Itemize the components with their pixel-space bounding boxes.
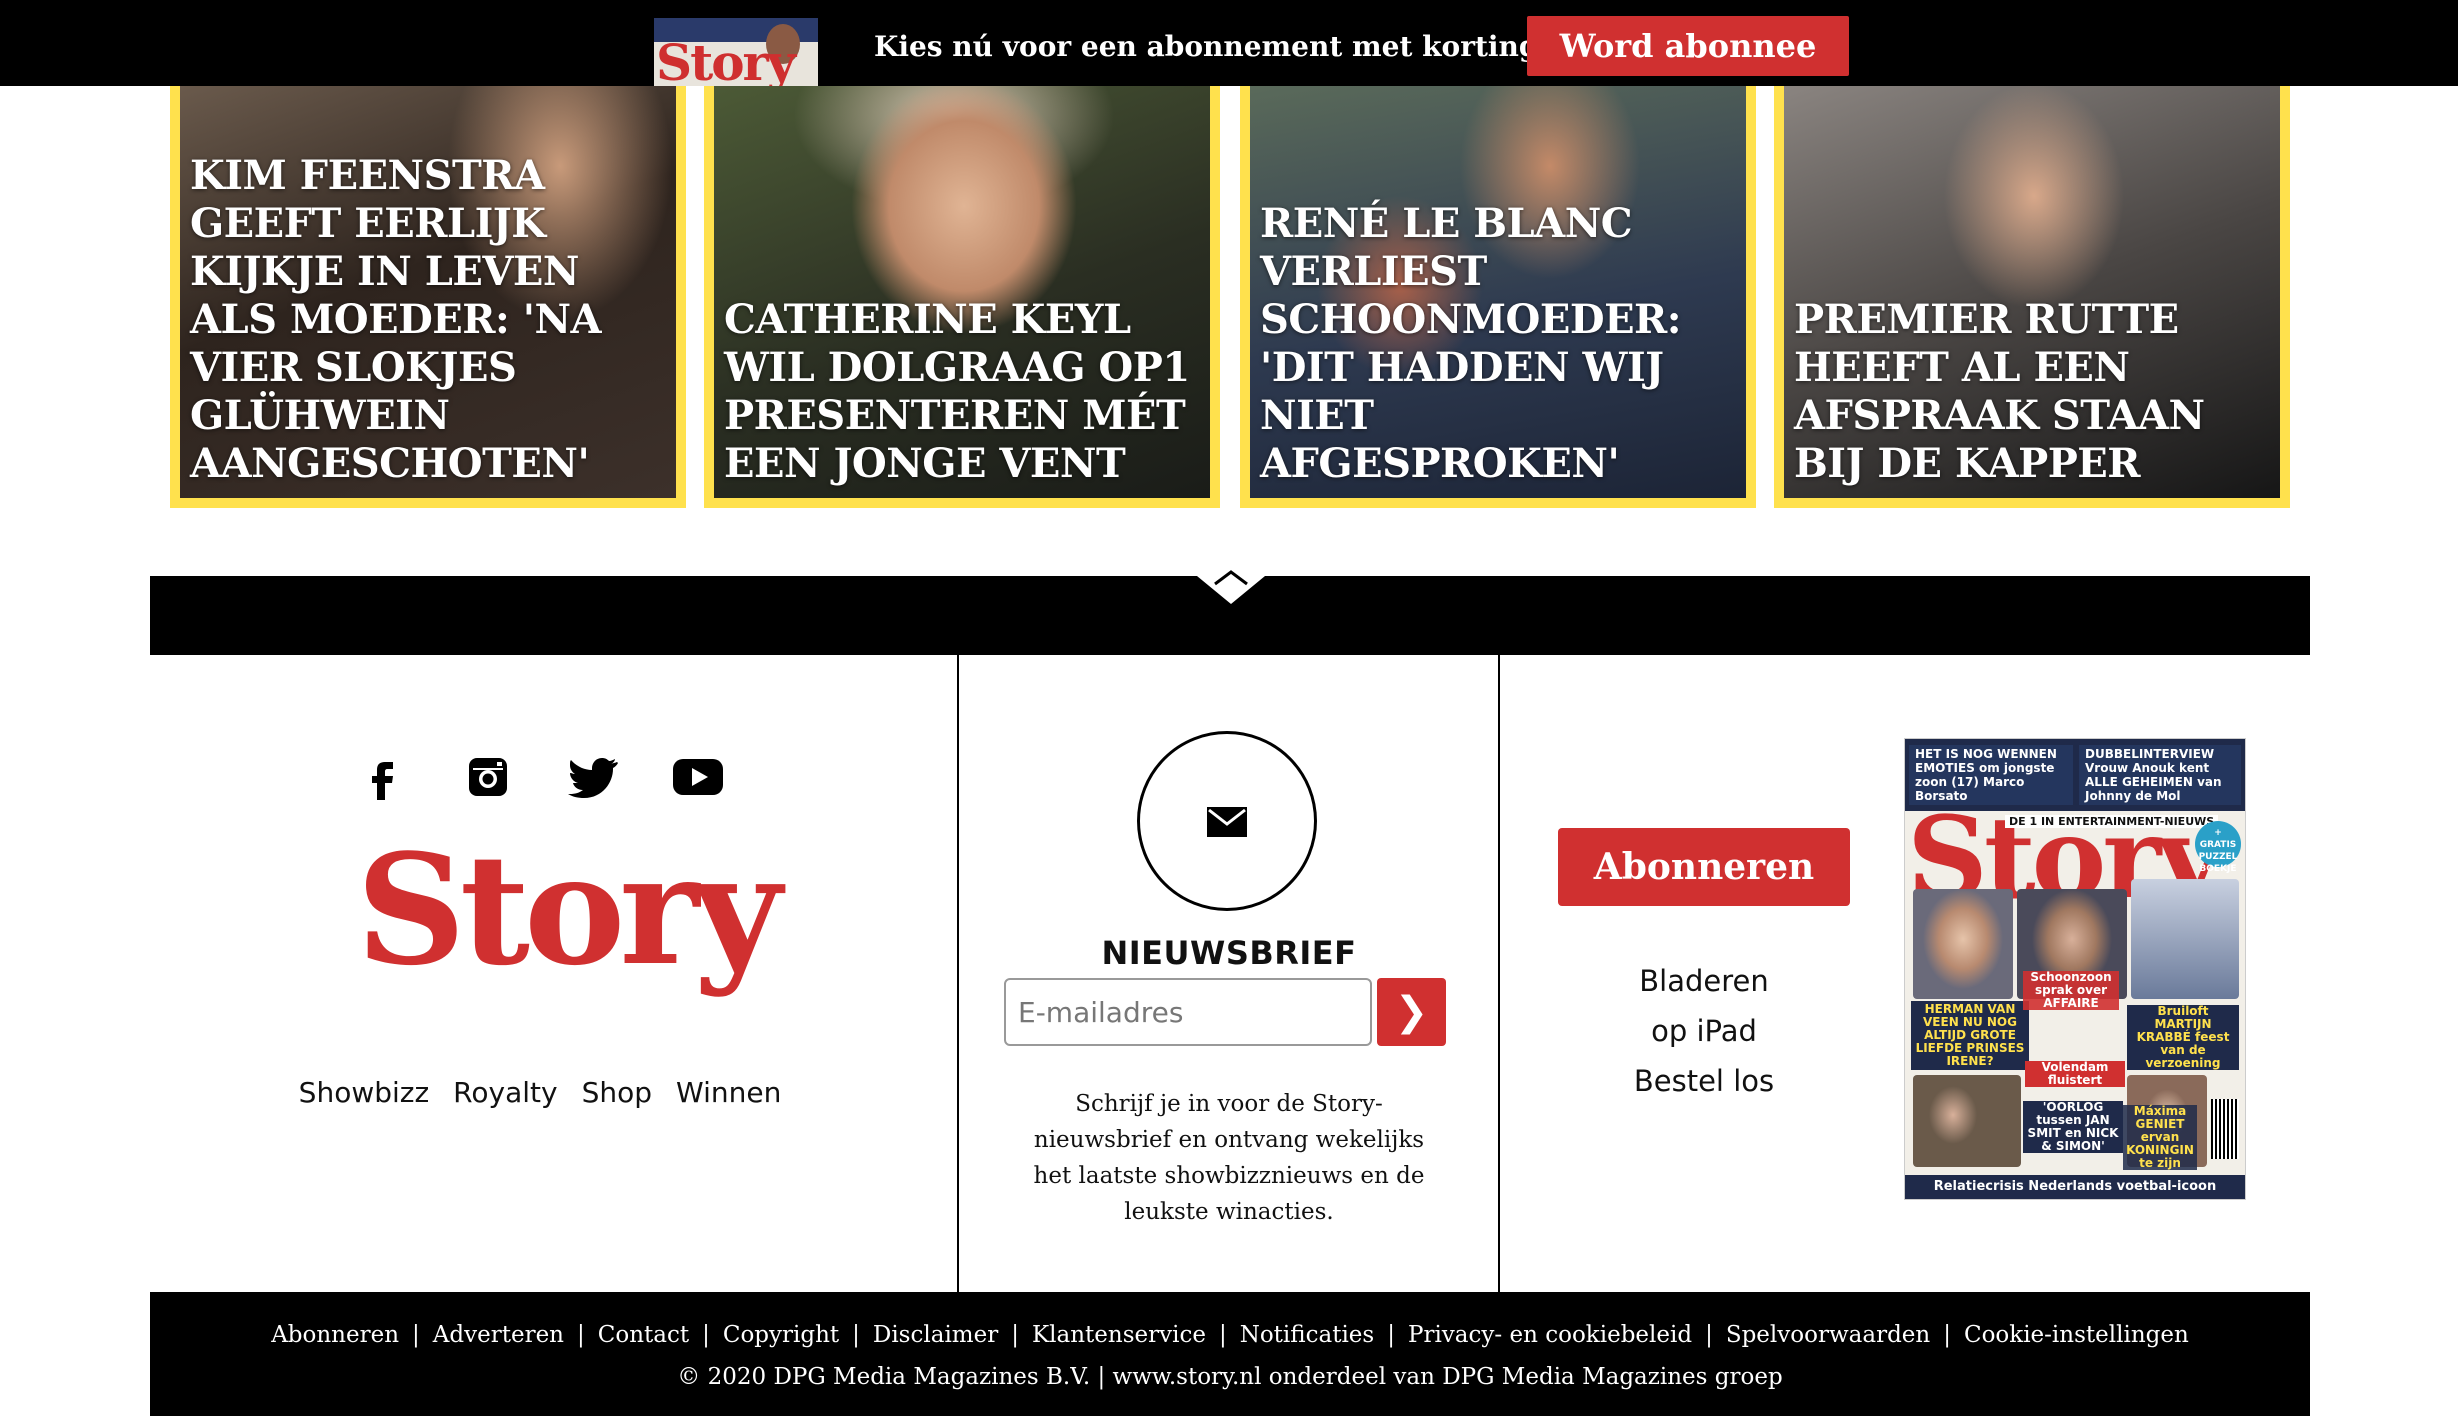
footer-link-contact[interactable]: Contact xyxy=(598,1322,689,1348)
facebook-icon[interactable] xyxy=(355,754,411,800)
article-card[interactable]: Premier Rutte heeft al een afspraak staa… xyxy=(1774,86,2290,508)
article-title[interactable]: Catherine Keyl wil dolgraag Op1 presente… xyxy=(724,296,1204,488)
footer-link-adverteren[interactable]: Adverteren xyxy=(433,1322,564,1348)
newsletter-badge xyxy=(1137,731,1317,911)
article-title[interactable]: Kim Feenstra geeft eerlijk kijkje in lev… xyxy=(190,152,670,488)
instagram-icon[interactable] xyxy=(460,754,516,800)
nav-link-showbizz[interactable]: Showbizz xyxy=(299,1076,430,1109)
article-card[interactable]: René le Blanc verliest schoonmoeder: 'Di… xyxy=(1240,86,1756,508)
column-divider xyxy=(957,655,959,1293)
magazine-cover[interactable]: HET IS NOG WENNEN EMOTIES om jongste zoo… xyxy=(1904,738,2246,1200)
cover-headline-volendam: Volendam fluistert xyxy=(2025,1061,2125,1087)
nav-link-winnen[interactable]: Winnen xyxy=(676,1076,781,1109)
mini-magazine-cover: Story xyxy=(654,18,818,86)
op-ipad-link[interactable]: op iPad xyxy=(1560,1006,1848,1056)
footer-link-privacy[interactable]: Privacy- en cookiebeleid xyxy=(1408,1322,1692,1348)
footer-link-notificaties[interactable]: Notificaties xyxy=(1240,1322,1375,1348)
envelope-icon xyxy=(1207,807,1247,837)
footer-link-klantenservice[interactable]: Klantenservice xyxy=(1032,1322,1206,1348)
cover-footer-line: Relatiecrisis Nederlands voetbal-icoon xyxy=(1905,1175,2245,1199)
footer-link-abonneren[interactable]: Abonneren xyxy=(271,1322,399,1348)
subscribe-links: Bladeren op iPad Bestel los xyxy=(1560,956,1848,1106)
article-card[interactable]: Kim Feenstra geeft eerlijk kijkje in lev… xyxy=(170,86,686,508)
footer-link-cookie-instellingen[interactable]: Cookie-instellingen xyxy=(1964,1322,2189,1348)
twitter-icon[interactable] xyxy=(565,754,621,800)
mini-cover-logo: Story xyxy=(656,33,796,87)
cover-headline-main: HERMAN VAN VEEN NU NOG ALTIJD GROTE LIEF… xyxy=(1911,1001,2029,1070)
footer-nav: Showbizz Royalty Shop Winnen xyxy=(299,1076,782,1109)
cover-badge: + GRATIS PUZZEL BOEKJE xyxy=(2195,821,2241,874)
footer-links: Abonneren | Adverteren | Contact | Copyright | D… xyxy=(271,1322,2189,1348)
newsletter-submit-button[interactable]: ❯ xyxy=(1377,978,1446,1046)
youtube-icon[interactable] xyxy=(670,754,726,800)
abonneren-button[interactable]: Abonneren xyxy=(1558,828,1850,906)
copyright-text: © 2020 DPG Media Magazines B.V. | www.st… xyxy=(677,1364,1783,1390)
bladeren-link[interactable]: Bladeren xyxy=(1560,956,1848,1006)
promo-text: Kies nú voor een abonnement met korting xyxy=(874,30,1539,63)
site-footer: Abonneren | Adverteren | Contact | Copyright | D… xyxy=(150,1292,2310,1416)
nav-link-royalty[interactable]: Royalty xyxy=(453,1076,557,1109)
story-logo[interactable]: Story xyxy=(356,834,782,986)
footer-link-copyright[interactable]: Copyright xyxy=(723,1322,839,1348)
article-card[interactable]: Catherine Keyl wil dolgraag Op1 presente… xyxy=(704,86,1220,508)
cover-headline-wedding: Bruiloft MARTIJN KRABBÉ feest van de ver… xyxy=(2127,1005,2239,1070)
newsletter-description: Schrijf je in voor de Story-nieuwsbrief … xyxy=(1033,1091,1425,1225)
barcode xyxy=(2211,1099,2239,1159)
footer-link-spelvoorwaarden[interactable]: Spelvoorwaarden xyxy=(1726,1322,1930,1348)
cover-headline-maxima: Máxima GENIET ervan KONINGIN te zijn xyxy=(2123,1105,2197,1170)
column-divider xyxy=(1498,655,1500,1293)
scroll-to-top-icon[interactable] xyxy=(1191,566,1271,606)
cover-headline-oorlog: 'OORLOG tussen JAN SMIT en NICK & SIMON' xyxy=(2023,1101,2123,1153)
email-field[interactable] xyxy=(1004,978,1372,1046)
footer-link-disclaimer[interactable]: Disclaimer xyxy=(873,1322,998,1348)
article-title[interactable]: Premier Rutte heeft al een afspraak staa… xyxy=(1794,296,2274,488)
cover-photo xyxy=(2131,879,2239,999)
cover-tagline: DE 1 IN ENTERTAINMENT-NIEUWS xyxy=(2005,815,2219,828)
newsletter-title: NIEUWSBRIEF xyxy=(1101,934,1357,972)
nav-link-shop[interactable]: Shop xyxy=(582,1076,652,1109)
cover-photo xyxy=(1913,1075,2021,1167)
cover-photo xyxy=(1913,889,2013,999)
bestel-los-link[interactable]: Bestel los xyxy=(1560,1056,1848,1106)
cover-headline-mid: Schoonzoon sprak over AFFAIRE xyxy=(2023,971,2119,1010)
word-abonnee-button[interactable]: Word abonnee xyxy=(1527,16,1849,76)
article-title[interactable]: René le Blanc verliest schoonmoeder: 'Di… xyxy=(1260,200,1740,488)
promo-bar: Story Kies nú voor een abonnement met ko… xyxy=(0,0,2458,86)
